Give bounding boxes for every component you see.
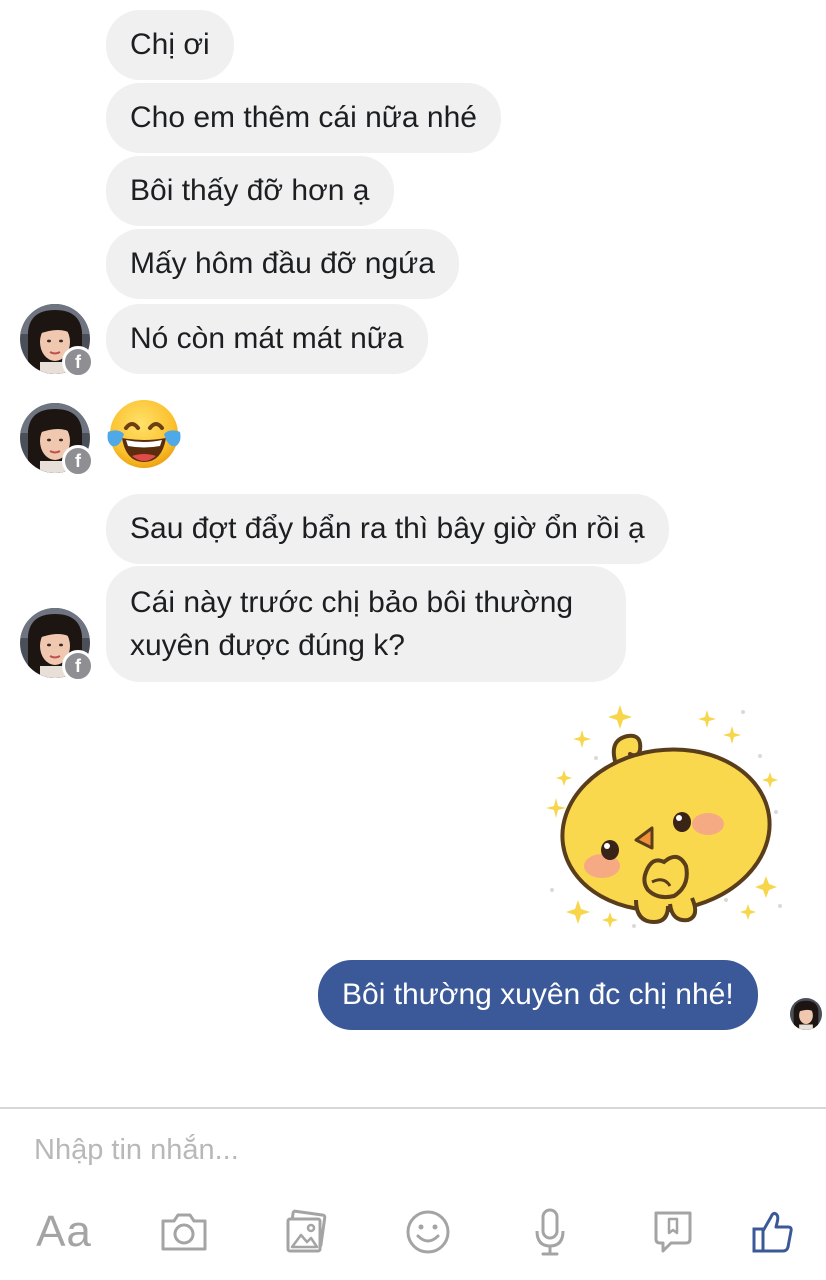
sticker-button[interactable] bbox=[652, 1205, 694, 1259]
voice-button[interactable] bbox=[530, 1205, 570, 1259]
gallery-button[interactable] bbox=[282, 1205, 330, 1259]
text-format-label: Aa bbox=[36, 1207, 92, 1256]
facebook-icon: f bbox=[62, 650, 94, 682]
message-text: Nó còn mát mát nữa bbox=[130, 322, 404, 355]
gallery-icon bbox=[286, 1209, 327, 1253]
like-button[interactable] bbox=[750, 1205, 796, 1259]
message-text: Bôi thấy đỡ hơn ạ bbox=[130, 174, 370, 207]
message-text: Chị ơi bbox=[130, 28, 210, 61]
message-bubble[interactable]: Nó còn mát mát nữa bbox=[106, 304, 428, 374]
avatar-photo bbox=[790, 998, 822, 1030]
message-text: Bôi thường xuyên đc chị nhé! bbox=[342, 978, 734, 1011]
message-bubble[interactable]: Sau đợt đẩy bẩn ra thì bây giờ ổn rồi ạ bbox=[106, 494, 669, 564]
composer-divider bbox=[0, 1107, 826, 1109]
message-text: Cho em thêm cái nữa nhé bbox=[130, 101, 477, 134]
text-format-button[interactable]: Aa bbox=[34, 1205, 94, 1259]
message-input[interactable] bbox=[34, 1134, 734, 1167]
yellow-chick-sticker[interactable] bbox=[540, 700, 790, 940]
camera-icon bbox=[161, 1213, 207, 1251]
chat-screen: Chị ơi Cho em thêm cái nữa nhé Bôi thấy … bbox=[0, 0, 826, 1280]
message-text: Sau đợt đẩy bẩn ra thì bây giờ ổn rồi ạ bbox=[130, 512, 645, 545]
sticker-icon bbox=[654, 1211, 692, 1253]
contact-avatar[interactable]: f bbox=[20, 403, 94, 477]
message-bubble[interactable]: Mấy hôm đầu đỡ ngứa bbox=[106, 229, 459, 299]
message-text: Mấy hôm đầu đỡ ngứa bbox=[130, 247, 435, 280]
message-text: Cái này trước chị bảo bôi thường xuyên đ… bbox=[130, 586, 574, 662]
message-bubble[interactable]: Chị ơi bbox=[106, 10, 234, 80]
microphone-icon bbox=[535, 1208, 565, 1256]
smiley-icon bbox=[406, 1210, 450, 1254]
camera-button[interactable] bbox=[158, 1205, 210, 1259]
thumbs-up-icon bbox=[752, 1211, 793, 1253]
message-composer[interactable] bbox=[34, 1134, 734, 1167]
message-bubble[interactable]: Cái này trước chị bảo bôi thường xuyên đ… bbox=[106, 566, 626, 682]
message-bubble[interactable]: Cho em thêm cái nữa nhé bbox=[106, 83, 501, 153]
facebook-icon: f bbox=[62, 346, 94, 378]
facebook-icon: f bbox=[62, 445, 94, 477]
message-bubble[interactable]: Bôi thấy đỡ hơn ạ bbox=[106, 156, 394, 226]
sent-message-bubble[interactable]: Bôi thường xuyên đc chị nhé! bbox=[318, 960, 758, 1030]
contact-avatar[interactable]: f bbox=[20, 304, 94, 378]
face-with-tears-of-joy-icon[interactable] bbox=[104, 398, 184, 472]
emoji-button[interactable] bbox=[404, 1205, 452, 1259]
read-receipt-avatar bbox=[790, 998, 822, 1030]
contact-avatar[interactable]: f bbox=[20, 608, 94, 682]
